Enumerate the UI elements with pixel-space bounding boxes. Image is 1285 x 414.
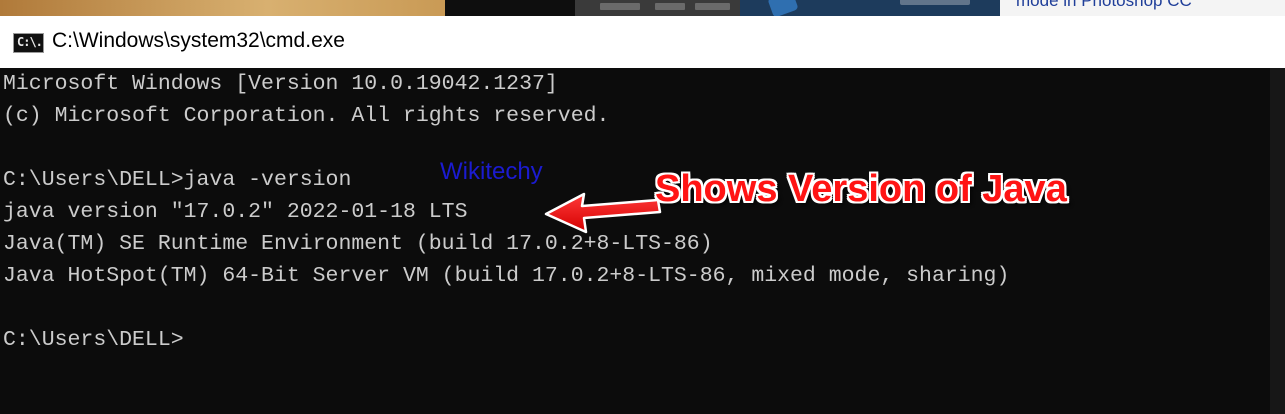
vertical-scrollbar[interactable]	[1270, 68, 1285, 414]
callout-label: Shows Version of Java	[655, 168, 1067, 210]
window-title: C:\Windows\system32\cmd.exe	[52, 29, 345, 52]
background-thumb-control	[600, 3, 640, 10]
console-prompt[interactable]: C:\Users\DELL>	[3, 324, 184, 356]
background-windows: mode in Photoshop CC	[0, 0, 1285, 16]
console-line: Java HotSpot(TM) 64-Bit Server VM (build…	[3, 264, 1010, 288]
background-video-thumb	[740, 0, 1000, 16]
background-web-page: mode in Photoshop CC	[1000, 0, 1285, 16]
background-logo-shape	[767, 0, 799, 16]
console-line: java version "17.0.2" 2022-01-18 LTS	[3, 200, 468, 224]
console-line: (c) Microsoft Corporation. All rights re…	[3, 104, 610, 128]
red-arrow-icon	[544, 192, 662, 234]
wikitechy-watermark: Wikitechy	[440, 158, 543, 185]
console-line: Microsoft Windows [Version 10.0.19042.12…	[3, 72, 558, 96]
background-image-left	[0, 0, 445, 16]
background-text-shape	[900, 0, 970, 5]
cmd-icon[interactable]: C:\.	[13, 33, 44, 53]
background-toolbar-thumb	[575, 0, 740, 16]
background-thumb-control	[695, 3, 730, 10]
background-thumb-control	[655, 3, 685, 10]
background-dark-area	[445, 0, 575, 16]
background-link-text: mode in Photoshop CC	[1016, 0, 1192, 10]
console-line: C:\Users\DELL>java -version	[3, 168, 352, 192]
cmd-icon-label: C:\.	[17, 35, 43, 49]
